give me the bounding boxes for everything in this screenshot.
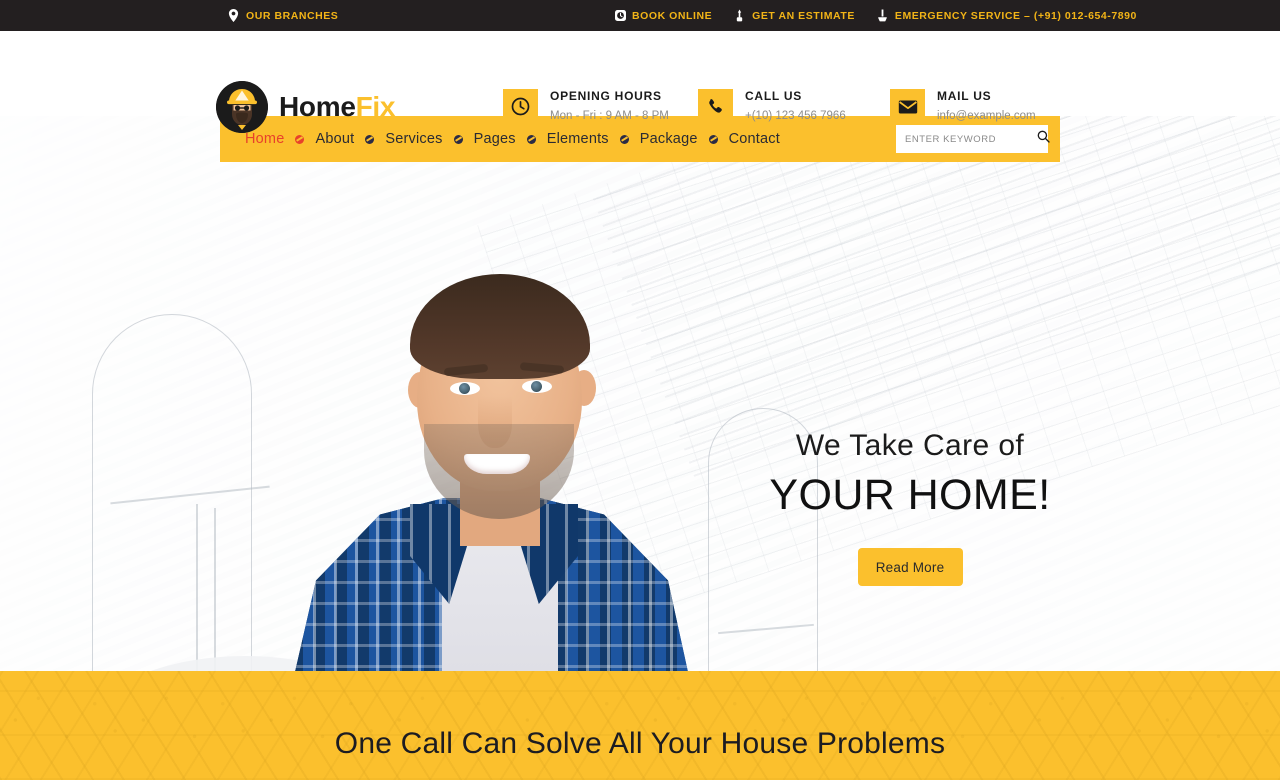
hero-door-line-decor [196,504,198,671]
promo-heading: One Call Can Solve All Your House Proble… [334,727,946,760]
our-branches-link[interactable]: OUR BRANCHES [228,9,338,22]
eye-left [450,382,480,395]
read-more-button[interactable]: Read More [857,548,963,586]
site-header: HomeFix OPENING HOURS Mon - Fri : 9 AM -… [0,31,1280,133]
tools-pattern-dots [0,671,1280,780]
hero-headline-small: We Take Care of [795,429,1025,462]
nav-item-package[interactable]: Package [629,131,709,147]
logo-word-fix: Fix [355,91,396,122]
opening-hours-block: OPENING HOURS Mon - Fri : 9 AM - 8 PM [503,87,698,125]
nav-item-services[interactable]: Services [374,131,453,147]
nav-item-about[interactable]: About [304,131,365,147]
search-input[interactable] [905,133,1037,145]
get-an-estimate-label: GET AN ESTIMATE [752,9,855,22]
paint-roller-icon [734,9,745,22]
our-branches-label: OUR BRANCHES [246,9,339,22]
mail-us-value: info@example.com [937,110,1036,122]
mail-us-title: MAIL US [937,89,992,103]
location-pin-icon [228,9,239,22]
search-icon[interactable] [1037,130,1050,148]
hero-handyman-photo [292,274,692,671]
logo-word-home: Home [279,91,356,122]
phone-icon [698,89,733,124]
nav-separator-bolt-icon [365,134,375,144]
top-bar-right-group: BOOK ONLINE GET AN ESTIMATE EMERGENCY SE… [614,0,1137,31]
top-bar: OUR BRANCHES BOOK ONLINE GET AN ESTIMATE… [0,0,1280,31]
envelope-icon [890,89,925,124]
top-bar-left-group: OUR BRANCHES [228,0,338,31]
header-info-group: OPENING HOURS Mon - Fri : 9 AM - 8 PM CA… [503,87,1070,125]
opening-hours-value: Mon - Fri : 9 AM - 8 PM [550,110,669,122]
nav-separator-bolt-icon [453,134,463,144]
hero-door-line-decor [214,508,216,671]
nav-separator-bolt-icon [619,134,629,144]
mail-us-block: MAIL US info@example.com [890,87,1070,125]
eye-right [522,380,552,393]
hero-slider: We Take Care of YOUR HOME! Read More [0,116,1280,671]
nav-item-contact[interactable]: Contact [718,131,791,147]
search-box [896,125,1050,153]
call-us-block: CALL US +(10) 123 456 7966 [698,87,890,125]
nav-separator-bolt-icon [708,134,718,144]
book-online-label: BOOK ONLINE [632,9,713,22]
hero-headline-large: YOUR HOME! [769,471,1051,519]
emergency-service-label: EMERGENCY SERVICE – (+91) 012-654-7890 [894,9,1137,22]
promo-section: One Call Can Solve All Your House Proble… [0,671,1280,780]
hair [410,274,590,379]
hero-text-block: We Take Care of YOUR HOME! Read More [760,426,1060,586]
nav-item-elements[interactable]: Elements [536,131,620,147]
calendar-clock-icon [614,9,626,22]
call-us-value: +(10) 123 456 7966 [745,110,846,122]
nav-separator-bolt-icon [526,134,536,144]
opening-hours-title: OPENING HOURS [550,89,662,103]
site-logo[interactable]: HomeFix [216,81,395,133]
bearded-worker-hardhat-logo-icon [216,81,268,133]
get-an-estimate-link[interactable]: GET AN ESTIMATE [734,9,855,22]
book-online-link[interactable]: BOOK ONLINE [614,9,712,22]
nav-item-home[interactable]: Home [234,131,295,147]
nav-separator-bolt-icon [295,134,305,144]
emergency-service-link[interactable]: EMERGENCY SERVICE – (+91) 012-654-7890 [877,9,1137,22]
plunger-icon [877,9,888,22]
logo-wordmark: HomeFix [279,91,395,123]
call-us-title: CALL US [745,89,803,103]
main-menu: Home About Services Pages Elements Packa… [220,131,791,147]
hero-arch-decor [92,314,252,671]
clock-icon [503,89,538,124]
nav-item-pages[interactable]: Pages [463,131,527,147]
